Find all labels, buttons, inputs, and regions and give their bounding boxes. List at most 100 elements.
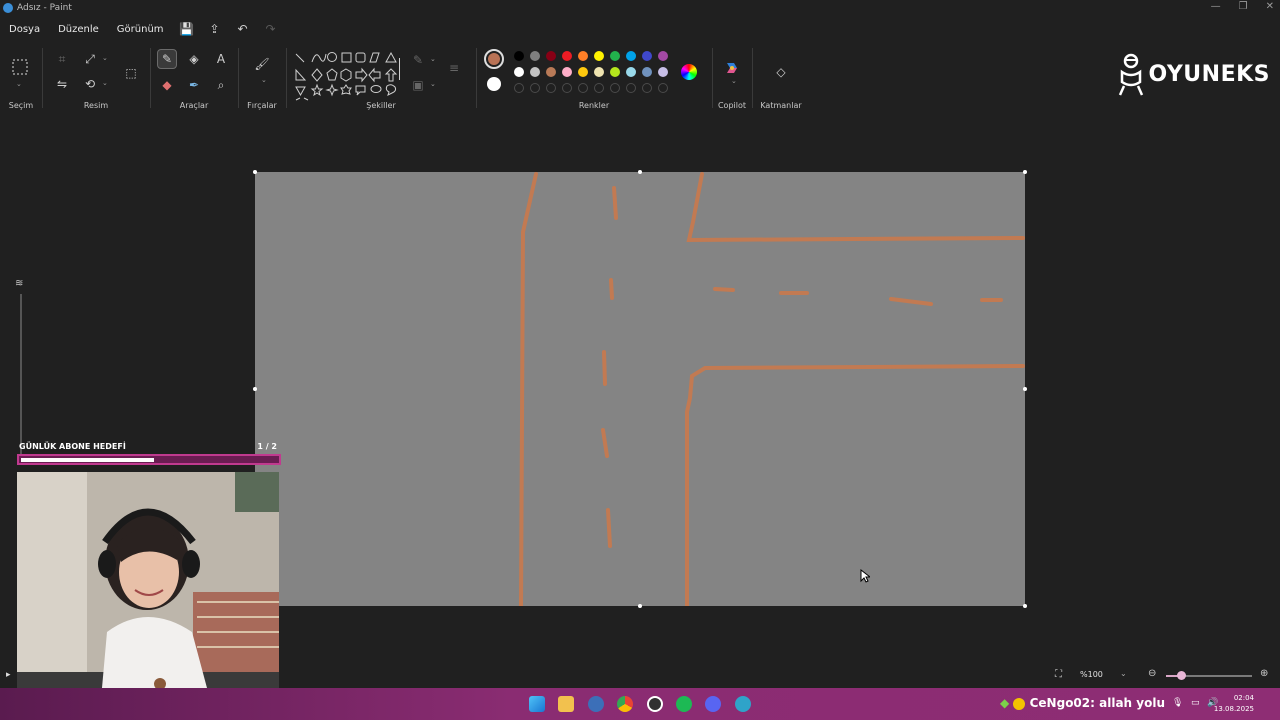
- browser-icon[interactable]: [735, 696, 751, 712]
- pencil-icon[interactable]: ✎: [157, 49, 177, 69]
- palette-color-swatch[interactable]: [578, 51, 588, 61]
- microphone-icon[interactable]: 🎙: [1172, 698, 1183, 708]
- zoom-slider[interactable]: [1166, 671, 1252, 680]
- discord-icon[interactable]: [705, 696, 721, 712]
- palette-color-swatch[interactable]: [578, 67, 588, 77]
- palette-custom-slot[interactable]: [594, 83, 604, 93]
- primary-color-swatch[interactable]: [488, 53, 500, 65]
- palette-custom-slot[interactable]: [658, 83, 668, 93]
- palette-color-swatch[interactable]: [530, 67, 540, 77]
- palette-color-swatch[interactable]: [626, 51, 636, 61]
- palette-color-swatch[interactable]: [594, 51, 604, 61]
- brush-size-slider[interactable]: ≋: [12, 272, 30, 462]
- shape-size-icon[interactable]: ≡: [444, 58, 464, 78]
- copilot-icon[interactable]: [722, 58, 742, 78]
- palette-custom-slot[interactable]: [514, 83, 524, 93]
- maximize-icon[interactable]: ❐: [1239, 1, 1248, 12]
- rotate-icon[interactable]: ⟲: [80, 74, 100, 94]
- zoom-slider-thumb[interactable]: [1177, 671, 1186, 680]
- zoom-out-icon[interactable]: ⊖: [1148, 668, 1156, 679]
- text-icon[interactable]: A: [211, 49, 231, 69]
- flip-icon[interactable]: ⇋: [52, 74, 72, 94]
- chrome-icon[interactable]: [617, 696, 633, 712]
- image-select-icon[interactable]: ⬚: [120, 62, 142, 84]
- canvas-drawing[interactable]: [255, 172, 1025, 606]
- brush-icon[interactable]: 🖌: [252, 54, 272, 74]
- palette-custom-slot[interactable]: [546, 83, 556, 93]
- palette-custom-slot[interactable]: [626, 83, 636, 93]
- resize-handle[interactable]: [253, 170, 257, 174]
- palette-custom-slot[interactable]: [562, 83, 572, 93]
- palette-color-swatch[interactable]: [642, 51, 652, 61]
- palette-color-swatch[interactable]: [546, 51, 556, 61]
- edit-colors-icon[interactable]: [681, 64, 697, 80]
- fill-dropdown-icon[interactable]: ⌄: [430, 80, 436, 88]
- palette-color-swatch[interactable]: [546, 67, 556, 77]
- network-icon[interactable]: ▭: [1191, 698, 1200, 708]
- spotify-icon[interactable]: [676, 696, 692, 712]
- settings-app-icon[interactable]: [588, 696, 604, 712]
- close-icon[interactable]: ✕: [1266, 1, 1274, 12]
- palette-color-swatch[interactable]: [514, 67, 524, 77]
- undo-icon[interactable]: ↶: [229, 22, 257, 36]
- palette-color-swatch[interactable]: [610, 51, 620, 61]
- menu-edit[interactable]: Düzenle: [49, 24, 108, 35]
- palette-color-swatch[interactable]: [658, 67, 668, 77]
- palette-color-swatch[interactable]: [610, 67, 620, 77]
- palette-custom-slot[interactable]: [610, 83, 620, 93]
- palette-custom-slot[interactable]: [578, 83, 588, 93]
- redo-icon[interactable]: ↷: [257, 22, 285, 36]
- resize-handle[interactable]: [1023, 604, 1027, 608]
- layers-icon[interactable]: ◇: [771, 62, 791, 82]
- save-icon[interactable]: 💾: [173, 22, 201, 36]
- system-clock[interactable]: 02:04 13.08.2025: [1214, 693, 1254, 715]
- palette-custom-slot[interactable]: [642, 83, 652, 93]
- palette-color-swatch[interactable]: [642, 67, 652, 77]
- shapes-gallery[interactable]: [292, 50, 400, 102]
- resize-handle[interactable]: [638, 604, 642, 608]
- palette-color-swatch[interactable]: [562, 51, 572, 61]
- drawing-canvas[interactable]: [253, 170, 1027, 608]
- palette-color-swatch[interactable]: [658, 51, 668, 61]
- select-rectangle-icon[interactable]: [9, 56, 31, 78]
- zoom-in-icon[interactable]: ⊕: [1260, 668, 1268, 679]
- brushes-dropdown-icon[interactable]: ⌄: [261, 76, 267, 84]
- secondary-color-swatch[interactable]: [487, 77, 501, 91]
- start-icon[interactable]: [529, 696, 545, 712]
- resize-icon[interactable]: ⤢: [80, 49, 100, 69]
- menu-view[interactable]: Görünüm: [108, 24, 173, 35]
- outline-dropdown-icon[interactable]: ⌄: [430, 55, 436, 63]
- palette-color-swatch[interactable]: [562, 67, 572, 77]
- palette-color-swatch[interactable]: [626, 67, 636, 77]
- primary-color-ring[interactable]: [484, 49, 504, 69]
- file-explorer-icon[interactable]: [558, 696, 574, 712]
- zoom-dropdown-icon[interactable]: ⌄: [1120, 669, 1127, 678]
- resize-handle[interactable]: [1023, 170, 1027, 174]
- resize-handle[interactable]: [253, 387, 257, 391]
- fill-bucket-icon[interactable]: ◈: [184, 49, 204, 69]
- palette-custom-slot[interactable]: [530, 83, 540, 93]
- resize-handle[interactable]: [638, 170, 642, 174]
- palette-color-swatch[interactable]: [530, 51, 540, 61]
- obs-icon[interactable]: [647, 696, 663, 712]
- color-picker-icon[interactable]: ✒: [184, 75, 204, 95]
- resize-dropdown-icon[interactable]: ⌄: [102, 54, 108, 62]
- selection-dropdown-icon[interactable]: ⌄: [16, 80, 22, 88]
- eraser-icon[interactable]: ◆: [157, 75, 177, 95]
- rotate-dropdown-icon[interactable]: ⌄: [102, 79, 108, 87]
- fit-to-window-icon[interactable]: ⛶: [1055, 669, 1062, 680]
- share-icon[interactable]: ⇪: [201, 22, 229, 36]
- fill-icon[interactable]: ▣: [408, 75, 428, 95]
- minimize-icon[interactable]: —: [1211, 1, 1221, 12]
- palette-color-swatch[interactable]: [514, 51, 524, 61]
- crop-icon[interactable]: ⌗: [52, 49, 72, 69]
- palette-color-swatch[interactable]: [594, 67, 604, 77]
- slider-track[interactable]: [20, 294, 22, 454]
- outline-icon[interactable]: ✎: [408, 50, 428, 70]
- resize-handle[interactable]: [1023, 387, 1027, 391]
- zoom-level[interactable]: %100: [1080, 670, 1103, 679]
- copilot-dropdown-icon[interactable]: ⌄: [731, 77, 737, 85]
- shapes-scroll-bar[interactable]: [399, 58, 400, 80]
- magnifier-icon[interactable]: ⌕: [211, 75, 231, 95]
- menu-file[interactable]: Dosya: [0, 24, 49, 35]
